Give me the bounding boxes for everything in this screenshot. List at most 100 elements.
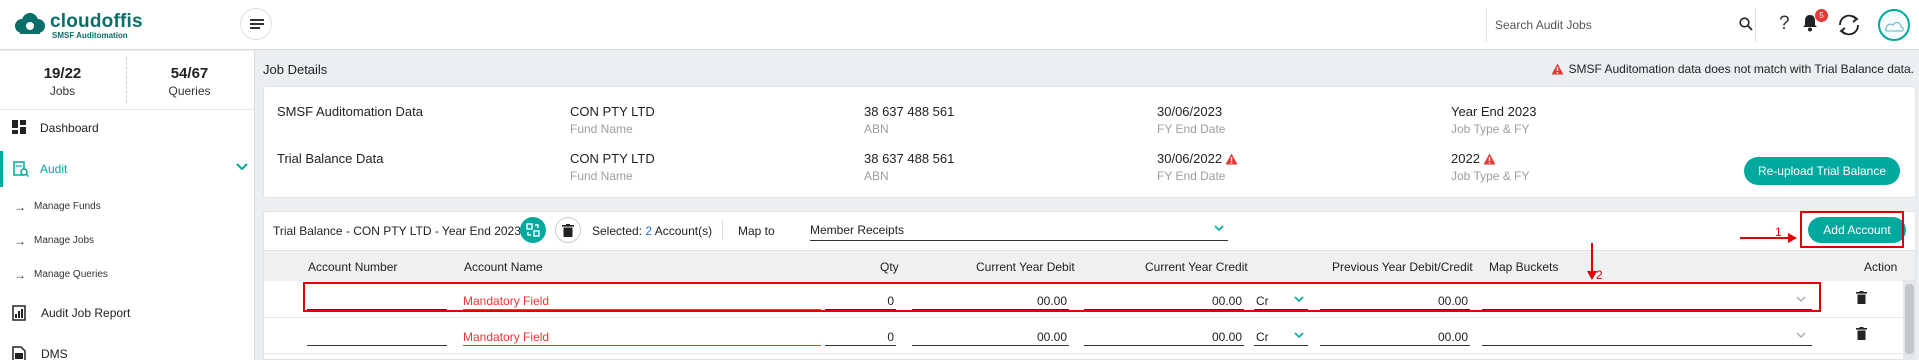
column-current-year-credit[interactable]: Current Year Credit bbox=[1145, 260, 1248, 274]
menu-icon bbox=[250, 19, 264, 21]
sidebar-item-audit[interactable]: Audit bbox=[0, 151, 254, 187]
credit-input[interactable]: 00.00 bbox=[1084, 326, 1244, 346]
map-bucket-select[interactable] bbox=[1482, 326, 1812, 346]
sidebar-subitem-label: Manage Queries bbox=[34, 269, 108, 280]
queries-stat[interactable]: 54/67 Queries bbox=[127, 51, 252, 109]
jobs-stat[interactable]: 19/22 Jobs bbox=[0, 51, 125, 109]
arrow-right-icon: → bbox=[14, 234, 26, 248]
avatar-image-icon bbox=[1884, 22, 1904, 32]
debit-input[interactable]: 00.00 bbox=[912, 326, 1069, 346]
column-current-year-debit[interactable]: Current Year Debit bbox=[976, 260, 1075, 274]
column-account-name[interactable]: Account Name bbox=[464, 260, 543, 274]
debit-value: 00.00 bbox=[1036, 330, 1067, 344]
map-accounts-button[interactable] bbox=[520, 217, 546, 243]
menu-toggle-button[interactable] bbox=[240, 8, 272, 40]
tb-job-type-wrap: 2022 bbox=[1451, 151, 1496, 166]
avatar[interactable] bbox=[1878, 9, 1910, 41]
job-type-label: Job Type & FY bbox=[1451, 122, 1530, 136]
previous-year-input[interactable]: 00.00 bbox=[1320, 326, 1470, 346]
chevron-down-icon bbox=[1214, 225, 1224, 232]
column-action: Action bbox=[1864, 260, 1898, 274]
cloud-logo-icon bbox=[15, 13, 45, 34]
selected-count[interactable]: 2 bbox=[645, 224, 652, 238]
chevron-down-icon bbox=[1294, 332, 1304, 339]
delete-row-icon[interactable] bbox=[1856, 327, 1867, 340]
selected-suffix: Account(s) bbox=[654, 224, 713, 238]
chevron-down-icon bbox=[1796, 332, 1806, 338]
arrow-right-icon: → bbox=[14, 200, 26, 214]
menu-icon-line bbox=[250, 27, 260, 29]
jobs-count: 19/22 bbox=[43, 65, 82, 82]
qty-input[interactable]: 0 bbox=[825, 326, 896, 346]
vertical-scrollbar[interactable] bbox=[1903, 280, 1916, 360]
sidebar-item-dms[interactable]: DMS bbox=[0, 337, 254, 360]
annotation-box-add-account bbox=[1800, 211, 1904, 248]
search-icon[interactable] bbox=[1739, 17, 1753, 31]
previous-year-value: 00.00 bbox=[1437, 330, 1468, 344]
selected-prefix: Selected: bbox=[592, 224, 643, 238]
page-title: Job Details bbox=[263, 62, 328, 77]
trial-balance-title: Trial Balance - CON PTY LTD - Year End 2… bbox=[273, 224, 521, 238]
tb-fy-end: 30/06/2022 bbox=[1157, 151, 1223, 166]
sidebar-subitem-manage-queries[interactable]: → Manage Queries bbox=[0, 261, 254, 289]
trial-balance-data-label: Trial Balance Data bbox=[277, 151, 384, 166]
audit-icon bbox=[13, 161, 29, 177]
job-type-label: Job Type & FY bbox=[1451, 169, 1530, 183]
selected-accounts: Selected: 2 Account(s) bbox=[592, 224, 712, 238]
dr-cr-value: Cr bbox=[1256, 330, 1269, 344]
divider bbox=[722, 220, 723, 240]
column-account-number[interactable]: Account Number bbox=[308, 260, 397, 274]
tb-abn: 38 637 488 561 bbox=[864, 151, 955, 166]
sidebar-item-dashboard[interactable]: Dashboard bbox=[0, 111, 254, 145]
delete-row-icon[interactable] bbox=[1856, 291, 1867, 304]
chevron-down-icon[interactable] bbox=[236, 163, 248, 171]
dashboard-icon bbox=[12, 120, 26, 134]
fy-end-label: FY End Date bbox=[1157, 169, 1226, 183]
queries-label: Queries bbox=[168, 84, 211, 98]
sidebar-item-label: Dashboard bbox=[40, 121, 99, 135]
sidebar-item-label: Audit bbox=[40, 162, 68, 176]
abn-label: ABN bbox=[864, 122, 889, 136]
fund-name-label: Fund Name bbox=[570, 169, 633, 183]
tb-fund-name: CON PTY LTD bbox=[570, 151, 655, 166]
annotation-box-new-row bbox=[303, 282, 1821, 312]
scrollbar-thumb[interactable] bbox=[1905, 284, 1914, 354]
dr-cr-select[interactable]: Cr bbox=[1254, 326, 1308, 346]
smsf-job-type: Year End 2023 bbox=[1451, 104, 1537, 119]
map-to-select[interactable]: Member Receipts bbox=[810, 219, 1228, 241]
tb-job-type: 2022 bbox=[1451, 151, 1480, 166]
swap-icon bbox=[526, 223, 540, 237]
smsf-fy-end: 30/06/2023 bbox=[1157, 104, 1223, 119]
column-map-buckets[interactable]: Map Buckets bbox=[1489, 260, 1558, 274]
brand-logo[interactable]: cloudoffis SMSF Auditomation bbox=[12, 9, 152, 41]
sidebar-subitem-manage-funds[interactable]: → Manage Funds bbox=[0, 193, 254, 221]
warning-icon bbox=[1225, 153, 1238, 165]
abn-label: ABN bbox=[864, 169, 889, 183]
warning-text: SMSF Auditomation data does not match wi… bbox=[1568, 62, 1914, 76]
job-details-card: SMSF Auditomation Data CON PTY LTD Fund … bbox=[263, 86, 1916, 198]
column-previous-year[interactable]: Previous Year Debit/Credit bbox=[1332, 260, 1473, 274]
arrow-right-icon: → bbox=[14, 268, 26, 282]
table-row: Mandatory Field 0 00.00 00.00 Cr 00.00 bbox=[264, 318, 1915, 354]
search-input[interactable] bbox=[1495, 14, 1715, 36]
column-qty[interactable]: Qty bbox=[880, 260, 899, 274]
delete-selected-button[interactable] bbox=[555, 217, 581, 243]
warning-icon bbox=[1483, 153, 1496, 165]
fy-end-label: FY End Date bbox=[1157, 122, 1226, 136]
sidebar-subitem-label: Manage Jobs bbox=[34, 235, 95, 246]
credit-value: 00.00 bbox=[1211, 330, 1242, 344]
warning-icon bbox=[1551, 63, 1564, 75]
sidebar-item-audit-job-report[interactable]: Audit Job Report bbox=[0, 296, 254, 330]
table-header: Account Number Account Name Qty Current … bbox=[264, 250, 1915, 281]
help-icon[interactable]: ? bbox=[1779, 13, 1790, 35]
annotation-label-2: 2 bbox=[1596, 268, 1603, 282]
sidebar: 19/22 Jobs 54/67 Queries Dashboard Audit… bbox=[0, 51, 255, 360]
account-number-input[interactable] bbox=[307, 326, 447, 346]
sync-icon[interactable] bbox=[1836, 12, 1862, 38]
reupload-trial-balance-button[interactable]: Re-upload Trial Balance bbox=[1744, 157, 1900, 185]
account-name-value: Mandatory Field bbox=[463, 330, 550, 344]
report-icon bbox=[12, 305, 26, 321]
sidebar-subitem-manage-jobs[interactable]: → Manage Jobs bbox=[0, 227, 254, 255]
map-to-label: Map to bbox=[738, 224, 775, 238]
account-name-input[interactable]: Mandatory Field bbox=[463, 326, 821, 346]
